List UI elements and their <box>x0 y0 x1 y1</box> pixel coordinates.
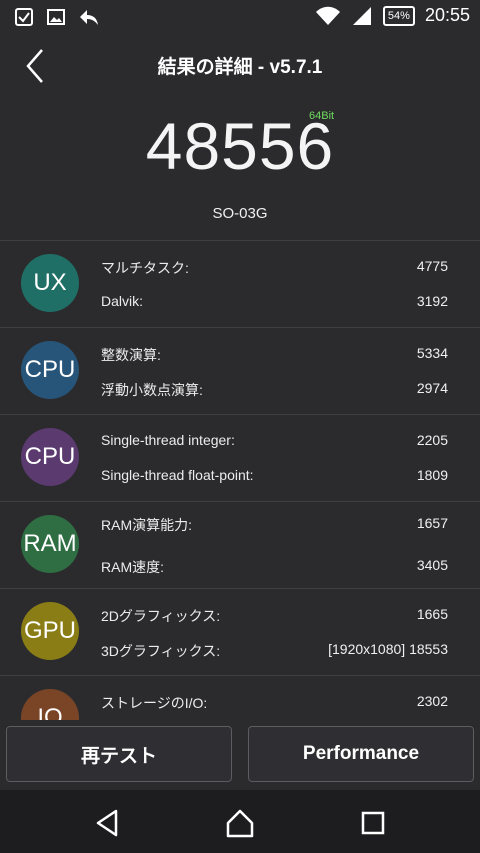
retest-button[interactable]: 再テスト <box>6 726 232 782</box>
item-value: 2302 <box>416 693 448 709</box>
item-label: RAM速度: <box>101 559 164 575</box>
back-triangle-icon[interactable] <box>92 807 124 839</box>
item-label: Single-thread integer: <box>101 432 235 448</box>
cpu-badge: CPU <box>21 341 79 399</box>
item-value: 3192 <box>416 293 448 309</box>
list-item: 浮動小数点演算: 2974 <box>101 380 448 400</box>
signal-icon <box>352 6 371 25</box>
item-value: 2205 <box>416 432 448 448</box>
item-label: Single-thread float-point: <box>101 467 254 483</box>
list-item: Single-thread integer: 2205 <box>101 432 448 448</box>
item-value: 3405 <box>416 557 448 573</box>
category-row-gpu: GPU 2Dグラフィックス: 1665 3Dグラフィックス: [1920x108… <box>0 588 480 675</box>
item-value: 1665 <box>416 606 448 622</box>
reply-icon <box>80 10 98 25</box>
image-icon <box>47 9 65 25</box>
item-label: 3Dグラフィックス: <box>101 643 221 659</box>
list-item: Single-thread float-point: 1809 <box>101 467 448 483</box>
category-row-ux: UX マルチタスク: 4775 Dalvik: 3192 <box>0 240 480 327</box>
item-value: 5334 <box>416 345 448 361</box>
clock: 20:55 <box>424 5 470 25</box>
category-row-ram: RAM RAM演算能力: 1657 RAM速度: 3405 <box>0 501 480 588</box>
status-bar: 54% 20:55 <box>0 0 480 34</box>
item-value: [1920x1080] 18553 <box>328 641 448 657</box>
page-title: 結果の詳細 - v5.7.1 <box>157 57 323 78</box>
result-list: UX マルチタスク: 4775 Dalvik: 3192 CPU 整数演算: 5… <box>0 240 480 720</box>
list-item: Dalvik: 3192 <box>101 293 448 309</box>
item-label: マルチタスク: <box>101 260 189 276</box>
system-icons: 54% 20:55 <box>315 5 470 26</box>
notification-icons <box>14 7 100 27</box>
action-bar: 再テスト Performance <box>0 720 480 790</box>
list-item: ストレージのI/O: 2302 <box>101 693 448 713</box>
item-value: 1809 <box>416 467 448 483</box>
item-value: 2974 <box>416 380 448 396</box>
home-icon[interactable] <box>224 807 256 839</box>
total-score: 48556 <box>145 109 335 183</box>
io-badge: IO <box>21 689 79 720</box>
list-item: 2Dグラフィックス: 1665 <box>101 606 448 626</box>
item-label: Dalvik: <box>101 293 144 309</box>
list-item: 整数演算: 5334 <box>101 345 448 365</box>
item-label: 整数演算: <box>101 347 161 363</box>
category-row-cpu-single: CPU Single-thread integer: 2205 Single-t… <box>0 414 480 501</box>
device-name: SO-03G <box>212 205 268 222</box>
cpu-single-badge: CPU <box>21 428 79 486</box>
list-item: マルチタスク: 4775 <box>101 258 448 278</box>
category-row-io: IO ストレージのI/O: 2302 <box>0 675 480 720</box>
category-row-cpu: CPU 整数演算: 5334 浮動小数点演算: 2974 <box>0 327 480 414</box>
recents-icon[interactable] <box>357 807 389 839</box>
ux-badge: UX <box>21 254 79 312</box>
item-label: 2Dグラフィックス: <box>101 608 221 624</box>
item-value: 4775 <box>416 258 448 274</box>
item-label: ストレージのI/O: <box>101 695 208 711</box>
gpu-badge: GPU <box>21 602 79 660</box>
checkbox-icon <box>15 8 33 26</box>
item-label: RAM演算能力: <box>101 517 192 533</box>
item-value: 1657 <box>416 515 448 531</box>
list-item: 3Dグラフィックス: [1920x1080] 18553 <box>101 641 448 661</box>
list-item: RAM演算能力: 1657 <box>101 515 448 535</box>
performance-button[interactable]: Performance <box>248 726 474 782</box>
navigation-bar <box>0 790 480 853</box>
item-label: 浮動小数点演算: <box>101 382 203 398</box>
battery-icon: 54% <box>382 5 415 26</box>
ram-badge: RAM <box>21 515 79 573</box>
app-header: 結果の詳細 - v5.7.1 <box>0 34 480 100</box>
wifi-icon <box>315 6 340 25</box>
list-item: RAM速度: 3405 <box>101 557 448 577</box>
